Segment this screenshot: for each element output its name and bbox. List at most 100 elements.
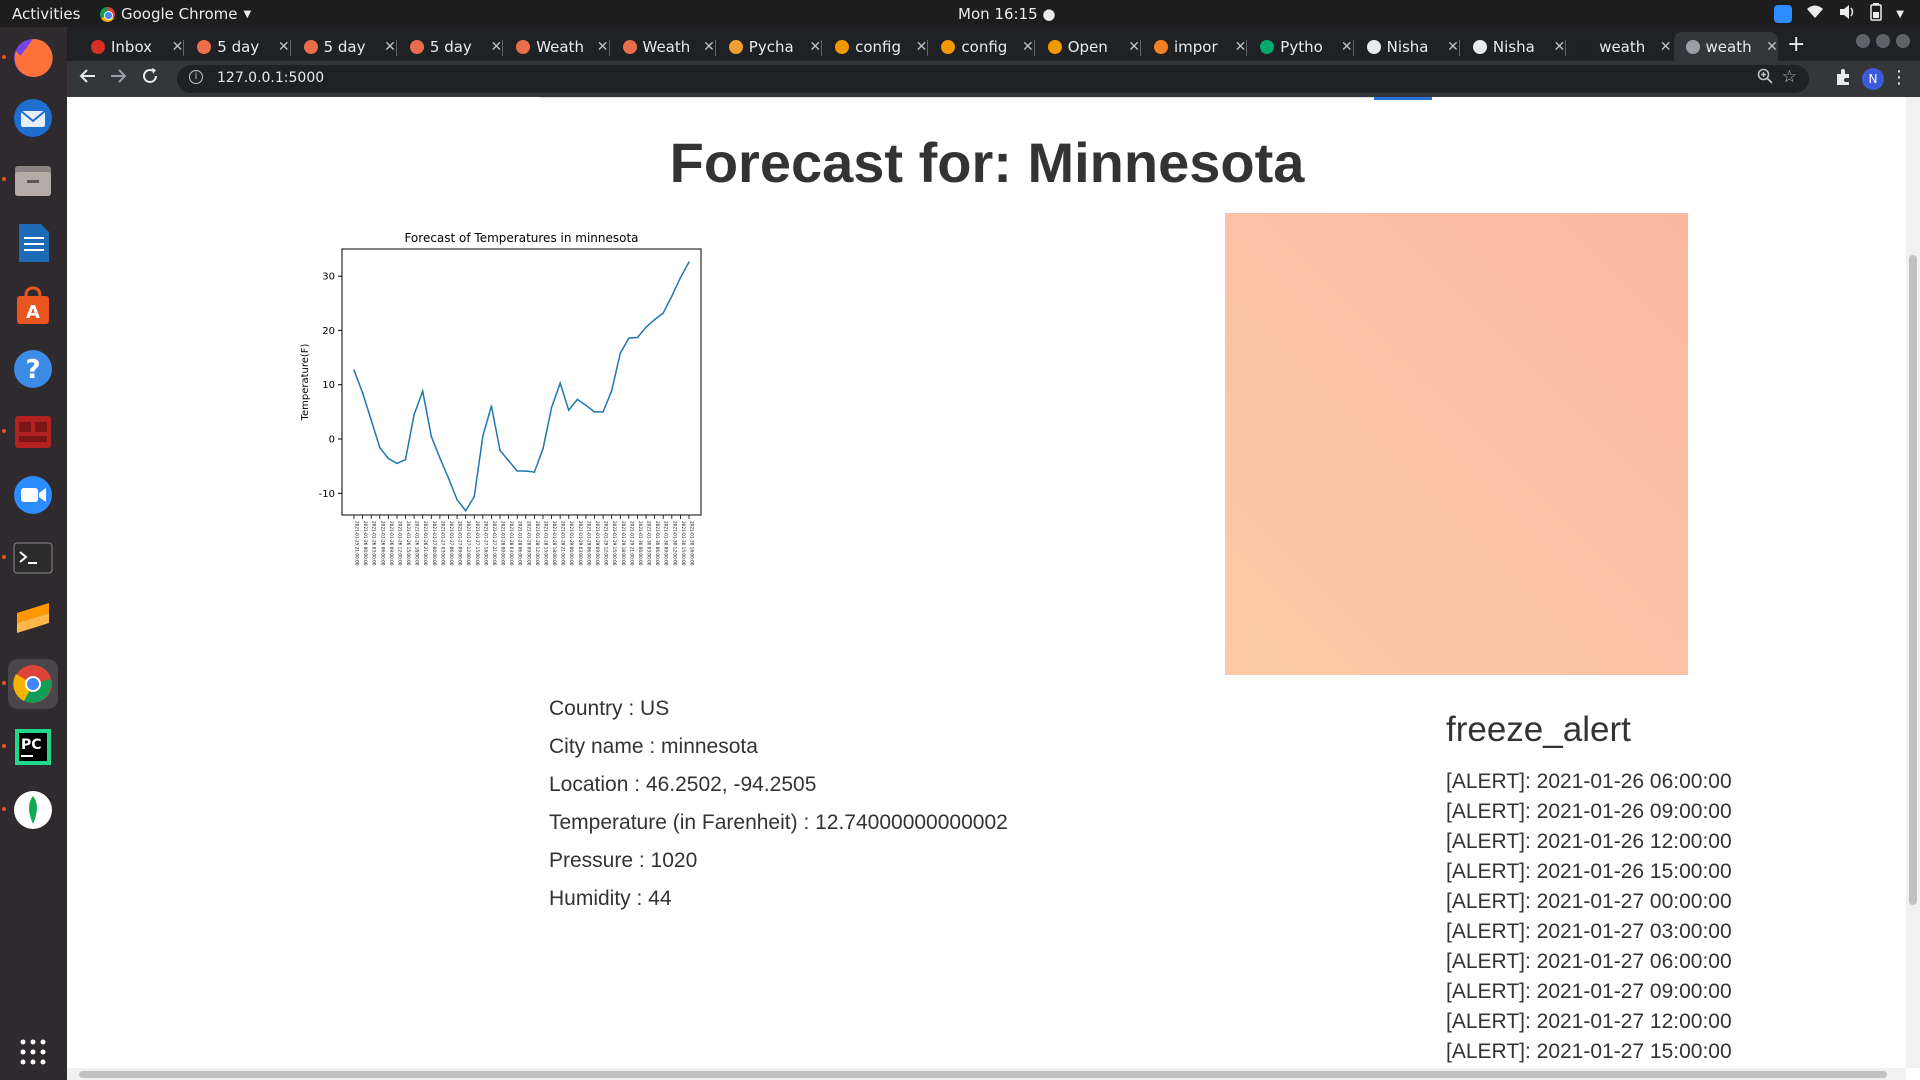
tab-0[interactable]: Inbox ✕ — [79, 32, 183, 61]
tab-11[interactable]: Pytho ✕ — [1248, 32, 1353, 61]
data-point — [378, 446, 381, 449]
tab-4[interactable]: Weath ✕ — [504, 32, 608, 61]
tab-9[interactable]: Open ✕ — [1036, 32, 1140, 61]
tab-8[interactable]: config ✕ — [929, 32, 1034, 61]
forward-button[interactable] — [109, 67, 127, 90]
page-title: Forecast for: Minnesota — [669, 131, 1305, 194]
tab-1[interactable]: 5 day ✕ — [185, 32, 290, 61]
alert-item: [ALERT]: 2021-01-27 03:00:00 — [1446, 920, 1732, 943]
data-point — [490, 405, 493, 407]
activities-button[interactable]: Activities — [12, 5, 80, 23]
book-icon — [941, 39, 956, 54]
plot-frame — [341, 248, 702, 516]
zoom-icon[interactable] — [1757, 68, 1773, 88]
pycharm-icon[interactable]: PC — [2, 722, 58, 772]
data-point — [559, 382, 561, 384]
sublime-text-icon[interactable] — [8, 596, 58, 646]
tab-15[interactable]: weath ✕ — [1673, 32, 1778, 61]
new-tab-button[interactable]: + — [1787, 32, 1805, 57]
x-tick-label: 2021-01-27 00:00:00 — [432, 521, 437, 566]
x-tick-label: 2021-01-29 03:00:00 — [578, 521, 583, 566]
tab-close-icon[interactable]: ✕ — [597, 39, 609, 55]
tab-10[interactable]: impor ✕ — [1142, 32, 1246, 61]
tab-6[interactable]: Pycha ✕ — [717, 32, 821, 61]
vertical-scrollbar-thumb[interactable] — [1909, 255, 1917, 905]
tab-5[interactable]: Weath ✕ — [611, 32, 715, 61]
maximize-button[interactable] — [1876, 34, 1890, 48]
blank-icon — [1579, 39, 1594, 54]
tab-13[interactable]: Nisha ✕ — [1461, 32, 1565, 61]
data-point — [679, 276, 682, 279]
firefox-icon[interactable] — [2, 33, 58, 83]
extensions-icon[interactable] — [1834, 68, 1852, 90]
tab-close-icon[interactable]: ✕ — [1235, 39, 1247, 55]
data-point — [413, 413, 415, 416]
url-text[interactable]: 127.0.0.1:5000 — [217, 70, 324, 86]
bookmark-star-icon[interactable]: ☆ — [1782, 67, 1797, 87]
thunderbird-icon[interactable] — [8, 93, 58, 143]
tab-close-icon[interactable]: ✕ — [703, 39, 715, 55]
reload-button[interactable] — [141, 67, 159, 90]
show-applications-icon[interactable] — [8, 1027, 58, 1077]
chrome-icon — [100, 6, 115, 22]
window-controls[interactable] — [1856, 34, 1910, 48]
svg-text:?: ? — [25, 355, 40, 385]
x-tick-label: 2021-01-30 15:00:00 — [681, 521, 686, 566]
tab-12[interactable]: Nisha ✕ — [1355, 32, 1459, 61]
tab-close-icon[interactable]: ✕ — [1022, 39, 1034, 55]
tab-close-icon[interactable]: ✕ — [1766, 39, 1778, 55]
x-tick-label: 2021-01-27 12:00:00 — [466, 521, 471, 566]
clock[interactable]: Mon 16:15 ● — [958, 5, 1055, 23]
tab-close-icon[interactable]: ✕ — [1553, 39, 1565, 55]
terminal-icon[interactable] — [2, 533, 58, 583]
tab-close-icon[interactable]: ✕ — [1447, 39, 1459, 55]
tab-close-icon[interactable]: ✕ — [1341, 39, 1353, 55]
site-info-icon[interactable]: i — [189, 70, 203, 84]
vertical-scrollbar[interactable] — [1906, 97, 1920, 1068]
tab-close-icon[interactable]: ✕ — [490, 39, 502, 55]
tab-separator — [821, 40, 823, 56]
horizontal-scrollbar[interactable] — [67, 1068, 1906, 1080]
x-tick-label: 2021-01-28 00:00:00 — [501, 521, 506, 566]
tab-3[interactable]: 5 day ✕ — [398, 32, 502, 61]
help-icon[interactable]: ? — [8, 344, 58, 394]
address-bar[interactable]: i 127.0.0.1:5000 ☆ — [177, 65, 1809, 93]
chrome-dock-icon[interactable] — [2, 659, 58, 709]
data-point — [361, 392, 364, 394]
minimize-button[interactable] — [1856, 34, 1870, 48]
software-center-icon[interactable]: A — [8, 281, 58, 331]
tab-2[interactable]: 5 day ✕ — [292, 32, 396, 61]
data-point — [619, 352, 622, 355]
alert-item: [ALERT]: 2021-01-26 15:00:00 — [1446, 860, 1732, 883]
openweather-icon — [409, 39, 424, 54]
files-icon[interactable] — [2, 155, 58, 205]
y-tick-label: 20 — [322, 326, 335, 337]
data-point — [421, 390, 424, 393]
profile-avatar[interactable]: N — [1862, 68, 1884, 90]
tab-title: Pycha — [748, 37, 794, 56]
tab-7[interactable]: config ✕ — [823, 32, 927, 61]
tab-14[interactable]: weath ✕ — [1567, 32, 1671, 61]
tab-close-icon[interactable]: ✕ — [172, 39, 184, 55]
x-tick-label: 2021-01-29 15:00:00 — [612, 521, 617, 566]
back-button[interactable] — [79, 67, 97, 90]
tab-close-icon[interactable]: ✕ — [1128, 39, 1140, 55]
x-tick-label: 2021-01-29 09:00:00 — [595, 521, 600, 566]
zoom-icon[interactable] — [8, 470, 58, 520]
horizontal-scrollbar-thumb[interactable] — [79, 1071, 1887, 1078]
system-tray[interactable]: ▼ — [1774, 3, 1904, 25]
battery-icon — [1870, 3, 1883, 25]
close-window-button[interactable] — [1896, 34, 1910, 48]
app-menu[interactable]: Google Chrome ▼ — [100, 5, 251, 23]
filezilla-icon[interactable] — [2, 407, 58, 457]
tab-close-icon[interactable]: ✕ — [384, 39, 396, 55]
tab-close-icon[interactable]: ✕ — [278, 39, 290, 55]
x-tick-label: 2021-01-28 12:00:00 — [535, 521, 540, 566]
writer-icon[interactable] — [8, 218, 58, 268]
tab-close-icon[interactable]: ✕ — [1660, 39, 1672, 55]
mongodb-compass-icon[interactable] — [2, 785, 58, 835]
more-menu-icon[interactable]: ⋮ — [1890, 67, 1908, 88]
tab-close-icon[interactable]: ✕ — [916, 39, 928, 55]
tab-close-icon[interactable]: ✕ — [809, 39, 821, 55]
zoom-tray-icon[interactable] — [1774, 5, 1793, 23]
